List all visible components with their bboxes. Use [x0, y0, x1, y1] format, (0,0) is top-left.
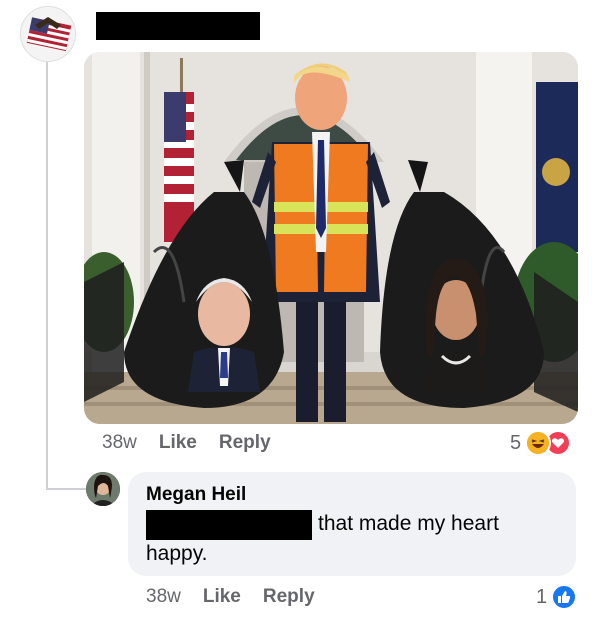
reply-link[interactable]: Reply [219, 432, 271, 453]
reply-reactions[interactable]: 1 [536, 584, 578, 610]
reply-author-name[interactable]: Megan Heil [146, 484, 246, 506]
commenter-avatar[interactable] [20, 6, 76, 62]
reply-avatar-photo [86, 472, 120, 506]
comment-image-illustration [84, 52, 578, 424]
laugh-emoji-icon [525, 430, 552, 456]
comment-timestamp[interactable]: 38w [102, 432, 137, 453]
reply-actions: 38w Like Reply [146, 586, 337, 608]
flag-avatar-icon [21, 7, 75, 61]
redacted-commenter-name [96, 12, 260, 40]
reply-reaction-count: 1 [536, 585, 548, 608]
reply-like-link[interactable]: Like [203, 586, 241, 607]
redacted-reply-text [146, 510, 312, 540]
reply-author-avatar[interactable] [86, 472, 120, 506]
thread-connector-horizontal [46, 488, 86, 490]
reply-timestamp[interactable]: 38w [146, 586, 181, 607]
reply-text-line-2: happy. [146, 542, 208, 565]
comment-reactions[interactable]: 5 [510, 430, 572, 456]
reply-reply-link[interactable]: Reply [263, 586, 315, 607]
comment-actions: 38w Like Reply [102, 432, 293, 454]
reply-text-line-1: that made my heart [318, 512, 499, 535]
like-thumb-icon [551, 584, 578, 610]
reaction-count: 5 [510, 431, 522, 454]
like-link[interactable]: Like [159, 432, 197, 453]
thread-connector-vertical [46, 60, 48, 490]
comment-image[interactable] [84, 52, 578, 424]
